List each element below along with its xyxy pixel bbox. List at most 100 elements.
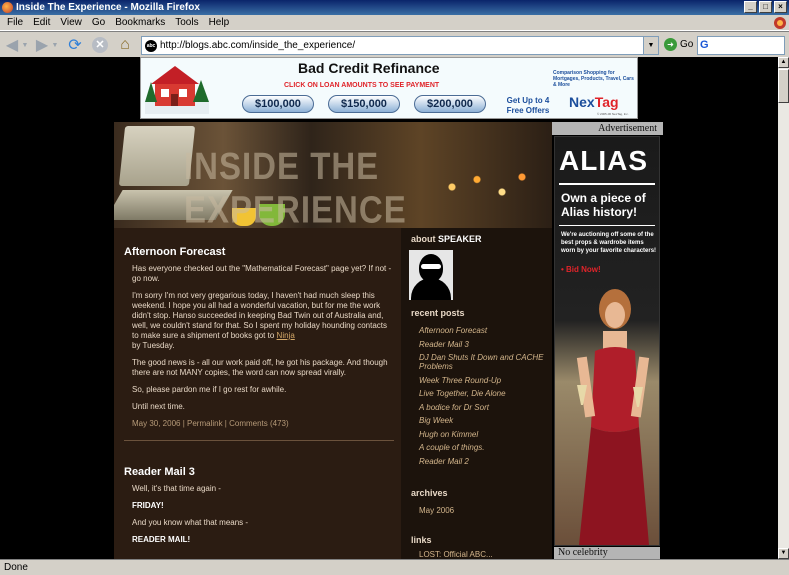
banner-headline: Bad Credit Refinance	[298, 60, 440, 76]
home-icon[interactable]: ⌂	[116, 36, 134, 54]
recent-post-link[interactable]: DJ Dan Shuts It Down and CACHE Problems	[419, 353, 549, 371]
status-bar: Done	[0, 559, 789, 575]
amount-200k-button[interactable]: $200,000	[414, 95, 486, 113]
about-heading: about SPEAKER	[411, 234, 482, 244]
back-arrow-icon[interactable]: ◀	[3, 36, 21, 54]
reload-icon[interactable]: ⟳	[66, 36, 84, 54]
banner-compare-text: Comparison Shopping for Mortgages, Produ…	[553, 70, 634, 88]
post-meta-links[interactable]: May 30, 2006 | Permalink | Comments (473…	[132, 419, 394, 428]
post-paragraph: I'm sorry I'm not very gregarious today,…	[132, 291, 394, 351]
blog-title: INSIDE THE EXPERIENCE	[184, 144, 407, 228]
actress-photo	[576, 289, 650, 545]
go-label: Go	[680, 39, 694, 50]
alias-ad-headline: Own a piece of Alias history!	[561, 191, 646, 219]
window-titlebar: Inside The Experience - Mozilla Firefox …	[0, 0, 789, 15]
recent-post-link[interactable]: Afternoon Forecast	[419, 326, 549, 335]
house-icon	[145, 66, 209, 114]
recent-post-link[interactable]: Big Week	[419, 416, 549, 425]
stop-icon[interactable]: ✕	[91, 36, 109, 54]
forward-dropdown-icon[interactable]: ▼	[51, 36, 59, 54]
menu-bookmarks[interactable]: Bookmarks	[110, 15, 170, 30]
external-link[interactable]: LOST: Official ABC...	[419, 550, 549, 559]
banner-copyright: © 2005-06 NexTag, Inc.	[597, 112, 629, 116]
alias-ad[interactable]: ALIAS Own a piece of Alias history! We'r…	[554, 136, 660, 546]
post-paragraph: Has everyone checked out the "Mathematic…	[132, 264, 392, 283]
window-title: Inside The Experience - Mozilla Firefox	[16, 2, 200, 13]
advertisement-label: Advertisement	[552, 122, 663, 135]
recent-post-link[interactable]: Reader Mail 3	[419, 340, 549, 349]
blog-sidebar: about SPEAKER recent posts Afternoon For…	[401, 228, 552, 559]
post-divider	[124, 440, 394, 441]
vertical-scrollbar[interactable]: ▲ ▼	[778, 57, 789, 559]
menu-view[interactable]: View	[55, 15, 87, 30]
menu-tools[interactable]: Tools	[170, 15, 203, 30]
page-viewport: Bad Credit Refinance CLICK ON LOAN AMOUN…	[0, 57, 778, 559]
about-heading-a: about	[411, 234, 436, 244]
menu-help[interactable]: Help	[204, 15, 235, 30]
back-dropdown-icon[interactable]: ▼	[21, 36, 29, 54]
post-paragraph: Until next time.	[132, 402, 185, 411]
post-paragraph: The good news is - all our work paid off…	[132, 358, 388, 377]
minimize-button[interactable]: _	[744, 1, 757, 13]
recent-post-link[interactable]: A bodice for Dr Sort	[419, 403, 549, 412]
main-content: Afternoon Forecast Has everyone checked …	[114, 228, 401, 559]
ad-divider	[559, 225, 655, 226]
recent-post-link[interactable]: Hugh on Kimmel	[419, 430, 549, 439]
menu-edit[interactable]: Edit	[28, 15, 55, 30]
alias-ad-body: We're auctioning off some of the best pr…	[561, 232, 657, 254]
post-paragraph: FRIDAY!	[132, 501, 164, 510]
search-input[interactable]: G	[697, 36, 785, 55]
nextag-logo-a: Nex	[569, 94, 595, 110]
recent-post-link[interactable]: Live Together, Die Alone	[419, 389, 549, 398]
blog-page: Bad Credit Refinance CLICK ON LOAN AMOUN…	[114, 57, 664, 559]
advertisement-column: Advertisement ALIAS Own a piece of Alias…	[552, 122, 663, 559]
post-title[interactable]: Afternoon Forecast	[124, 246, 394, 258]
menu-bar: File Edit View Go Bookmarks Tools Help	[0, 15, 789, 31]
address-dropdown-icon[interactable]: ▼	[643, 37, 658, 54]
nextag-logo: NexTag	[569, 94, 619, 110]
archives-list: May 2006	[419, 506, 549, 520]
ninja-link[interactable]: Ninja	[277, 331, 295, 340]
recent-post-link[interactable]: A couple of things.	[419, 443, 549, 452]
banner-ad[interactable]: Bad Credit Refinance CLICK ON LOAN AMOUN…	[140, 57, 638, 119]
close-button[interactable]: ×	[774, 1, 787, 13]
recent-posts-list: Afternoon Forecast Reader Mail 3 DJ Dan …	[419, 326, 549, 470]
alias-logo: ALIAS	[559, 145, 648, 176]
post-paragraph-text: by Tuesday.	[132, 341, 175, 350]
ad-divider	[559, 183, 655, 185]
bid-now-link[interactable]: • Bid Now!	[561, 265, 601, 274]
scroll-up-icon[interactable]: ▲	[778, 57, 789, 68]
post-paragraph: And you know what that means -	[132, 518, 249, 527]
go-arrow-icon: ➜	[664, 38, 677, 51]
go-button[interactable]: ➜ Go	[664, 38, 693, 51]
post-paragraph: READER MAIL!	[132, 535, 191, 544]
address-input[interactable]: http://blogs.abc.com/inside_the_experien…	[160, 40, 355, 51]
links-list: LOST: Official ABC...	[419, 550, 549, 559]
recent-post-link[interactable]: Week Three Round-Up	[419, 376, 549, 385]
site-favicon-icon: abc	[145, 39, 157, 52]
window-controls: _ □ ×	[744, 1, 787, 13]
throbber-icon	[774, 17, 786, 29]
forward-arrow-icon[interactable]: ▶	[33, 36, 51, 54]
amount-100k-button[interactable]: $100,000	[242, 95, 314, 113]
recent-post-link[interactable]: Reader Mail 2	[419, 457, 549, 466]
firefox-icon	[2, 2, 13, 13]
archive-link[interactable]: May 2006	[419, 506, 549, 515]
menu-file[interactable]: File	[2, 15, 28, 30]
free-offers-link[interactable]: Get Up to 4 Free Offers	[503, 96, 553, 116]
address-bar[interactable]: abc http://blogs.abc.com/inside_the_expe…	[141, 36, 659, 55]
banner-subhead: CLICK ON LOAN AMOUNTS TO SEE PAYMENT	[284, 82, 440, 89]
about-heading-b: SPEAKER	[438, 234, 482, 244]
post-paragraph-text: I'm sorry I'm not very gregarious today,…	[132, 291, 388, 340]
google-search-icon[interactable]: G	[700, 39, 713, 52]
status-text: Done	[4, 562, 28, 573]
blog-header-image[interactable]: INSIDE THE EXPERIENCE	[114, 122, 552, 228]
scroll-thumb[interactable]	[778, 69, 789, 103]
links-heading: links	[411, 535, 432, 545]
scroll-down-icon[interactable]: ▼	[778, 548, 789, 559]
post-title[interactable]: Reader Mail 3	[124, 466, 394, 478]
speaker-avatar[interactable]	[409, 250, 453, 300]
maximize-button[interactable]: □	[759, 1, 772, 13]
amount-150k-button[interactable]: $150,000	[328, 95, 400, 113]
menu-go[interactable]: Go	[87, 15, 110, 30]
